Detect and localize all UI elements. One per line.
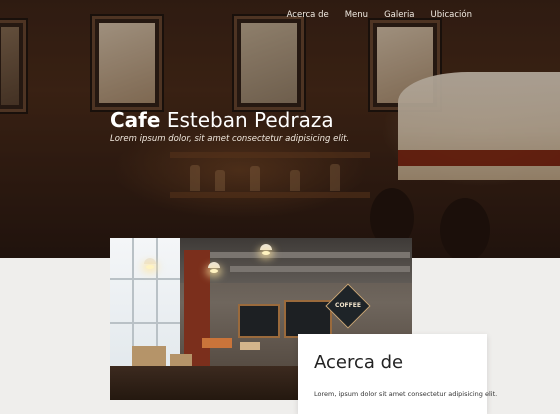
- pipe: [230, 266, 410, 272]
- light-bulb: [262, 251, 270, 255]
- pendant-light: [144, 258, 156, 264]
- hero-subtitle: Lorem ipsum dolor, sit amet consectetur …: [110, 134, 350, 144]
- about-text: Lorem, ipsum dolor sit amet consectetur …: [314, 390, 498, 398]
- hero-banner: Acerca de Menu Galeria Ubicación Cafe Es…: [0, 0, 560, 258]
- light-bulb: [146, 265, 154, 269]
- about-title: Acerca de: [314, 352, 404, 373]
- brick-pillar: [184, 250, 210, 370]
- hero-title: Cafe Esteban Pedraza: [110, 108, 334, 132]
- shelf-goods: [240, 342, 260, 350]
- pendant-light: [260, 244, 272, 250]
- nav-link-acerca[interactable]: Acerca de: [279, 10, 337, 20]
- nav-link-galeria[interactable]: Galeria: [376, 10, 422, 20]
- hero-title-light: Esteban Pedraza: [166, 108, 334, 132]
- light-bulb: [210, 269, 218, 273]
- coffee-sign-text: COFFEE: [335, 302, 361, 309]
- pipe: [210, 252, 410, 258]
- nav-link-menu[interactable]: Menu: [337, 10, 376, 20]
- menu-board: [238, 304, 280, 338]
- hero-title-bold: Cafe: [110, 108, 161, 132]
- top-nav: Acerca de Menu Galeria Ubicación: [279, 10, 480, 20]
- about-card: Acerca de Lorem, ipsum dolor sit amet co…: [298, 334, 497, 414]
- shelf-goods: [202, 338, 232, 348]
- pendant-light: [208, 262, 220, 268]
- nav-link-ubicacion[interactable]: Ubicación: [423, 10, 480, 20]
- ceiling: [180, 238, 412, 283]
